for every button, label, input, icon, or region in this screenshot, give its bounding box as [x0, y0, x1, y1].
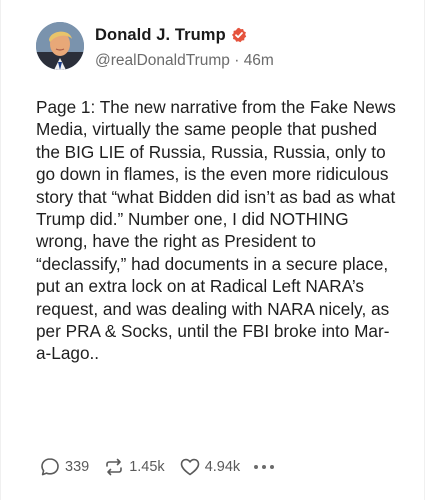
action-bar: 339 1.45k 4.94k — [39, 456, 278, 478]
separator: · — [229, 52, 244, 69]
repost-arrows-icon — [103, 456, 125, 478]
repost-button[interactable]: 1.45k — [103, 456, 165, 478]
more-dot — [254, 465, 259, 469]
post-text: Page 1: The new narrative from the Fake … — [36, 97, 396, 364]
heart-icon — [179, 456, 201, 478]
post-time[interactable]: 46m — [244, 52, 274, 69]
handle-row: @realDonaldTrump · 46m — [95, 52, 274, 70]
more-dot — [270, 465, 275, 469]
more-dot — [262, 465, 267, 469]
comment-bubble-icon — [39, 456, 61, 478]
repost-count: 1.45k — [129, 459, 165, 475]
reply-count: 339 — [65, 459, 90, 475]
post-header: Donald J. Trump @realDonaldTrump · 46m — [36, 22, 274, 70]
avatar[interactable] — [36, 22, 84, 70]
reply-button[interactable]: 339 — [39, 456, 89, 478]
verified-check-icon — [231, 27, 247, 43]
author-handle[interactable]: @realDonaldTrump — [95, 52, 230, 69]
like-count: 4.94k — [204, 459, 241, 475]
more-dots-icon[interactable] — [254, 456, 278, 478]
author-name[interactable]: Donald J. Trump — [95, 26, 226, 45]
author-info: Donald J. Trump @realDonaldTrump · 46m — [95, 24, 274, 70]
like-button[interactable]: 4.94k — [179, 456, 240, 478]
post-card: Donald J. Trump @realDonaldTrump · 46m P… — [0, 0, 425, 500]
